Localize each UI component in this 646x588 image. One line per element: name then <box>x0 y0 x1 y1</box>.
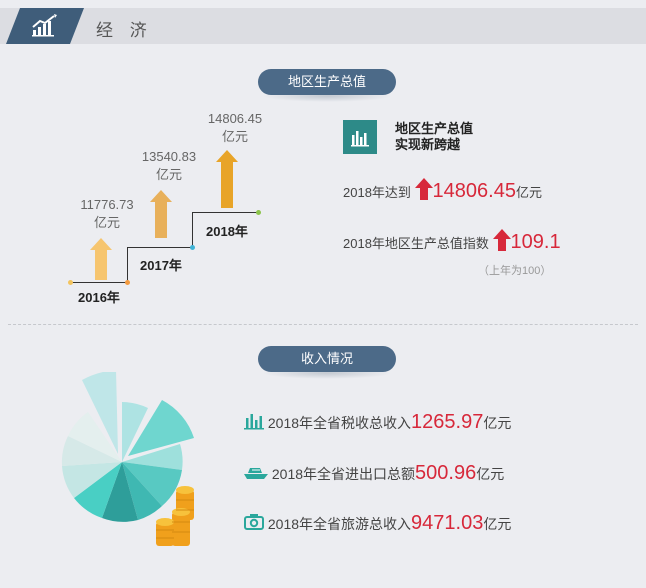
step-dot <box>190 245 195 250</box>
income-item-trade: 2018年全省进出口总额500.96亿元 <box>244 462 504 485</box>
value-number: 14806.45 <box>207 111 263 126</box>
step-line <box>192 212 258 213</box>
income-section-title: 收入情况 <box>258 346 396 372</box>
gdp-reach-line: 2018年达到 14806.45亿元 <box>343 178 542 203</box>
income-label: 2018年全省旅游总收入 <box>267 516 412 532</box>
up-arrow-2017-icon <box>150 190 172 238</box>
income-value: 1265.97 <box>411 411 484 433</box>
value-unit: 亿元 <box>155 167 182 182</box>
ship-icon <box>244 468 268 479</box>
pie-illustration <box>61 372 194 546</box>
gdp-index-line: 2018年地区生产总值指数 109.1 <box>343 229 561 254</box>
index-prefix: 2018年地区生产总值指数 <box>343 236 489 251</box>
up-arrow-icon <box>414 178 433 200</box>
year-2018-label: 2018年 <box>206 224 248 239</box>
step-line <box>192 212 193 248</box>
gdp-2016-value: 11776.73 亿元 <box>72 196 142 232</box>
up-arrow-2018-icon <box>216 150 238 208</box>
bar-chart-icon <box>244 414 264 430</box>
up-arrow-icon <box>492 229 511 251</box>
income-item-tourism: 2018年全省旅游总收入9471.03亿元 <box>244 512 511 535</box>
index-note: （上年为100） <box>478 265 552 277</box>
step-line <box>70 282 128 283</box>
up-arrow-2016-icon <box>90 238 112 280</box>
income-unit: 亿元 <box>483 516 512 532</box>
value-unit: 亿元 <box>221 129 248 144</box>
headline-line: 实现新跨越 <box>395 137 461 152</box>
gdp-section-title: 地区生产总值 <box>258 69 396 95</box>
page-title: 经 济 <box>96 21 153 40</box>
bar-chart-icon <box>351 131 369 147</box>
step-dot <box>68 280 73 285</box>
index-value: 109.1 <box>510 231 561 253</box>
gdp-headline: 地区生产总值 实现新跨越 <box>395 121 473 153</box>
step-dot <box>256 210 261 215</box>
gdp-2017-value: 13540.83 亿元 <box>134 148 204 184</box>
value-unit: 亿元 <box>93 215 120 230</box>
value-number: 11776.73 <box>80 197 134 212</box>
value-number: 13540.83 <box>141 149 197 164</box>
section-divider <box>8 324 638 325</box>
step-line <box>127 247 193 248</box>
year-2017-label: 2017年 <box>140 258 182 273</box>
step-line <box>127 247 128 283</box>
income-item-tax: 2018年全省税收总收入1265.97亿元 <box>244 411 511 434</box>
reach-unit: 亿元 <box>515 185 542 200</box>
year-2016-label: 2016年 <box>78 290 120 305</box>
income-unit: 亿元 <box>483 415 512 431</box>
reach-value: 14806.45 <box>432 180 516 202</box>
gdp-chart-badge <box>343 120 377 154</box>
income-value: 500.96 <box>415 462 477 484</box>
income-value: 9471.03 <box>411 512 484 534</box>
camera-icon <box>244 514 264 530</box>
reach-prefix: 2018年达到 <box>343 185 411 200</box>
gdp-2018-value: 14806.45 亿元 <box>200 110 270 146</box>
income-unit: 亿元 <box>476 466 505 482</box>
step-dot <box>125 280 130 285</box>
headline-line: 地区生产总值 <box>395 121 474 136</box>
income-label: 2018年全省进出口总额 <box>271 466 416 482</box>
income-label: 2018年全省税收总收入 <box>267 415 412 431</box>
